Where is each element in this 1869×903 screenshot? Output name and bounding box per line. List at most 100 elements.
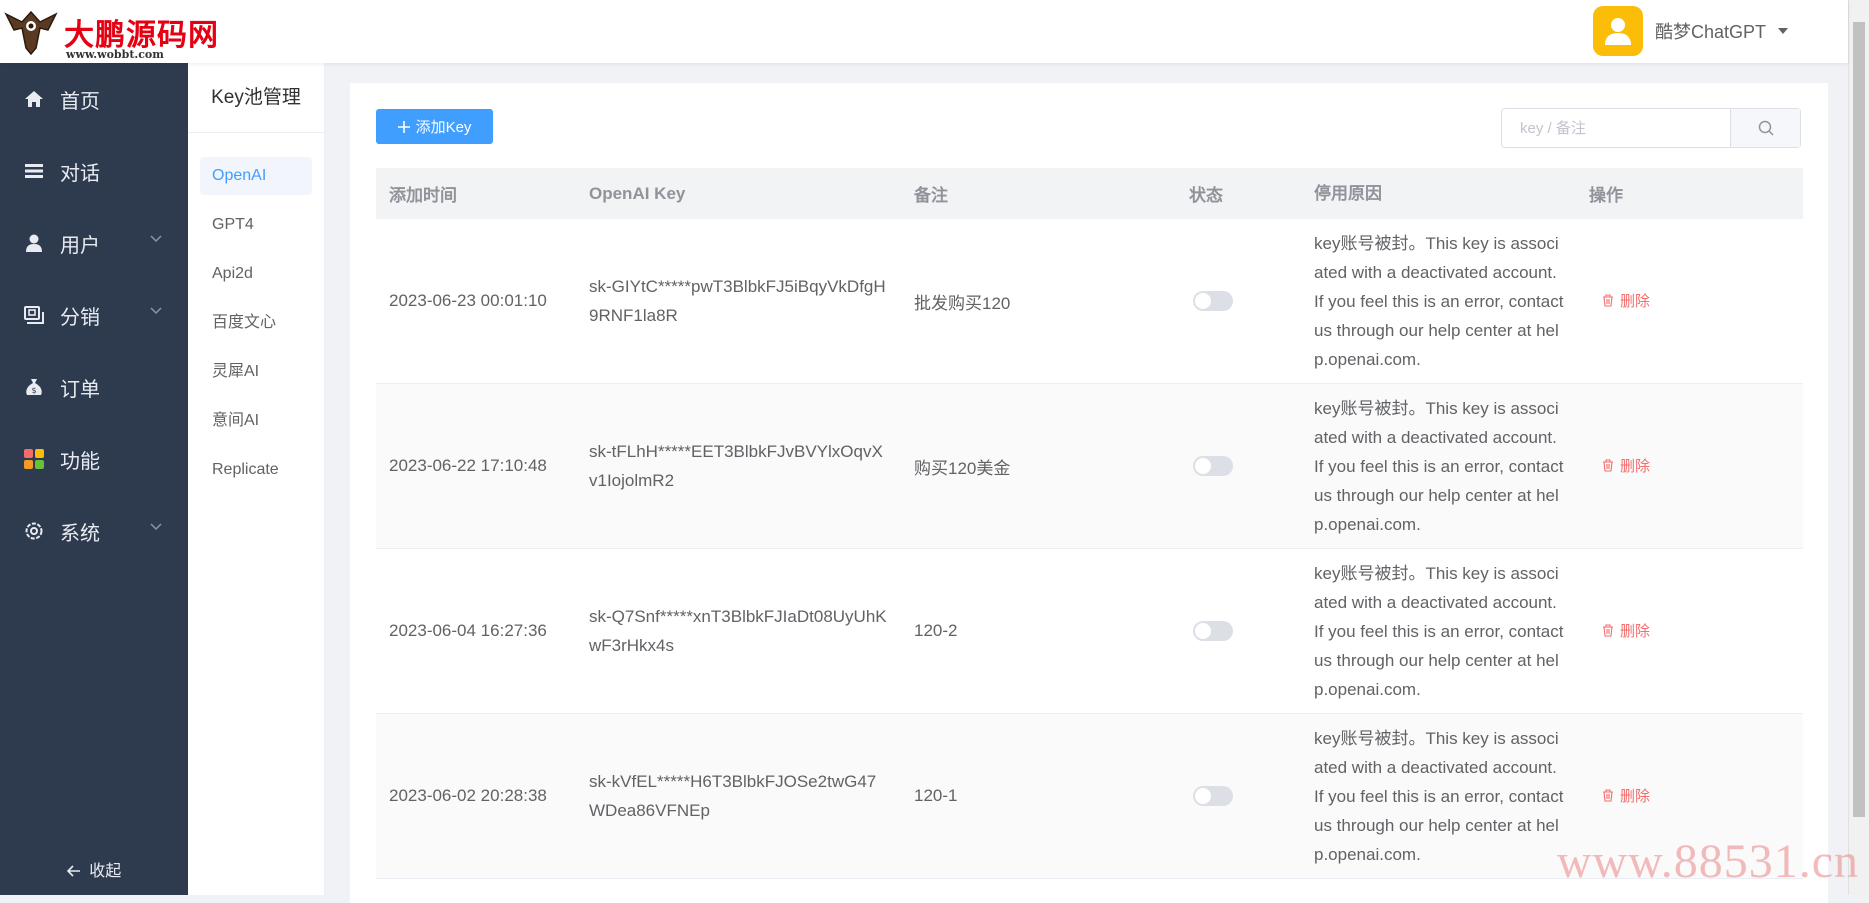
sidebar-item-system[interactable]: 系统 <box>0 495 188 567</box>
arrow-left-icon <box>67 865 81 877</box>
cell-reason: key账号被封。This key is associated with a de… <box>1301 559 1576 704</box>
subnav-item-openai[interactable]: OpenAI <box>200 157 312 195</box>
delete-button[interactable]: 删除 <box>1602 455 1650 476</box>
delete-label: 删除 <box>1620 785 1650 806</box>
avatar <box>1593 6 1643 56</box>
cell-reason: key账号被封。This key is associated with a de… <box>1301 229 1576 374</box>
user-avatar-icon <box>1604 16 1632 46</box>
search-box <box>1501 108 1801 148</box>
sidebar-item-home[interactable]: 首页 <box>0 63 188 135</box>
search-button[interactable] <box>1730 109 1800 147</box>
menu-icon <box>22 159 46 183</box>
svg-text:$: $ <box>31 386 36 395</box>
watermark: www.88531.cn <box>1557 834 1859 889</box>
sidebar-item-chat[interactable]: 对话 <box>0 135 188 207</box>
column-header: 停用原因 <box>1301 179 1576 208</box>
table-row: 2023-06-04 16:27:36 sk-Q7Snf*****xnT3Blb… <box>376 549 1803 714</box>
status-toggle[interactable] <box>1193 456 1233 476</box>
add-key-label: 添加Key <box>416 116 472 137</box>
cell-key: sk-tFLhH*****EET3BlbkFJvBVYlxOqvXv1Iojol… <box>576 437 901 495</box>
delete-label: 删除 <box>1620 620 1650 641</box>
chevron-down-icon <box>150 235 162 243</box>
column-header: 状态 <box>1176 181 1301 206</box>
sidebar-item-features[interactable]: 功能 <box>0 423 188 495</box>
search-icon <box>1758 120 1774 136</box>
user-icon <box>22 231 46 255</box>
delete-button[interactable]: 删除 <box>1602 620 1650 641</box>
cell-status <box>1176 456 1301 476</box>
cell-note: 120-1 <box>901 786 1176 806</box>
cell-note: 购买120美金 <box>901 454 1176 479</box>
sidebar-item-label: 用户 <box>60 229 100 258</box>
cell-status <box>1176 621 1301 641</box>
subnav-item-gpt4[interactable]: GPT4 <box>200 206 312 244</box>
site-logo[interactable]: 大鹏源码网 www.wobbt.com <box>4 4 224 60</box>
plus-icon <box>398 121 410 133</box>
cell-note: 120-2 <box>901 621 1176 641</box>
sidebar-item-label: 系统 <box>60 517 100 546</box>
main-sidebar: 首页 对话 用户 分销 $ 订单 功能 系统 <box>0 63 188 895</box>
apps-icon <box>22 447 46 471</box>
trash-icon <box>1602 624 1614 637</box>
cell-note: 批发购买120 <box>901 289 1176 314</box>
search-input[interactable] <box>1502 109 1730 147</box>
subnav-item-lingxi[interactable]: 灵犀AI <box>200 353 312 391</box>
sidebar-item-label: 订单 <box>60 373 100 402</box>
subnav-title: Key池管理 <box>188 63 324 133</box>
add-key-button[interactable]: 添加Key <box>376 109 493 144</box>
column-header: 备注 <box>901 181 1176 206</box>
cell-actions: 删除 <box>1576 290 1803 312</box>
cell-actions: 删除 <box>1576 785 1803 807</box>
cell-time: 2023-06-23 00:01:10 <box>376 291 576 311</box>
chevron-down-icon <box>150 307 162 315</box>
cell-time: 2023-06-22 17:10:48 <box>376 456 576 476</box>
subnav-item-baidu[interactable]: 百度文心 <box>200 304 312 342</box>
status-toggle[interactable] <box>1193 291 1233 311</box>
eagle-logo-icon <box>4 4 58 56</box>
money-bag-icon: $ <box>22 375 46 399</box>
sidebar-item-label: 对话 <box>60 157 100 186</box>
main-content: 添加Key 添加时间 OpenAI Key 备注 状态 停用原因 操作 2023… <box>350 83 1828 903</box>
settings-icon <box>22 519 46 543</box>
table-row: 2023-06-22 17:10:48 sk-tFLhH*****EET3Blb… <box>376 384 1803 549</box>
collapse-label: 收起 <box>89 863 121 880</box>
sidebar-item-orders[interactable]: $ 订单 <box>0 351 188 423</box>
user-menu[interactable]: 酷梦ChatGPT <box>1593 6 1788 56</box>
scrollbar-thumb[interactable] <box>1853 22 1865 817</box>
column-header: OpenAI Key <box>576 179 901 208</box>
secondary-nav: Key池管理 OpenAI GPT4 Api2d 百度文心 灵犀AI 意间AI … <box>188 63 325 895</box>
status-toggle[interactable] <box>1193 621 1233 641</box>
logo-url: www.wobbt.com <box>66 48 164 61</box>
sidebar-item-label: 首页 <box>60 85 100 114</box>
cell-key: sk-Q7Snf*****xnT3BlbkFJIaDt08UyUhKwF3rHk… <box>576 602 901 660</box>
column-header: 添加时间 <box>376 181 576 206</box>
cell-key: sk-kVfEL*****H6T3BlbkFJOSe2twG47WDea86VF… <box>576 767 901 825</box>
cell-reason: key账号被封。This key is associated with a de… <box>1301 724 1576 869</box>
cell-status <box>1176 291 1301 311</box>
delete-button[interactable]: 删除 <box>1602 785 1650 806</box>
subnav-item-replicate[interactable]: Replicate <box>200 451 312 489</box>
column-header: 操作 <box>1576 181 1803 206</box>
sidebar-item-distribution[interactable]: 分销 <box>0 279 188 351</box>
caret-down-icon <box>1778 28 1788 34</box>
cell-time: 2023-06-04 16:27:36 <box>376 621 576 641</box>
trash-icon <box>1602 459 1614 472</box>
sidebar-item-label: 分销 <box>60 301 100 330</box>
status-toggle[interactable] <box>1193 786 1233 806</box>
table-header: 添加时间 OpenAI Key 备注 状态 停用原因 操作 <box>376 168 1803 219</box>
subnav-item-yijian[interactable]: 意间AI <box>200 402 312 440</box>
cell-time: 2023-06-02 20:28:38 <box>376 786 576 806</box>
delete-button[interactable]: 删除 <box>1602 290 1650 311</box>
top-header: 大鹏源码网 www.wobbt.com 酷梦ChatGPT <box>0 0 1848 63</box>
collapse-sidebar-button[interactable]: 收起 <box>0 857 188 881</box>
cell-key: sk-GIYtC*****pwT3BlbkFJ5iBqyVkDfgH9RNF1l… <box>576 272 901 330</box>
chevron-down-icon <box>150 523 162 531</box>
share-icon <box>22 303 46 327</box>
subnav-item-api2d[interactable]: Api2d <box>200 255 312 293</box>
delete-label: 删除 <box>1620 290 1650 311</box>
cell-actions: 删除 <box>1576 455 1803 477</box>
key-table: 添加时间 OpenAI Key 备注 状态 停用原因 操作 2023-06-23… <box>376 168 1803 879</box>
sidebar-item-label: 功能 <box>60 445 100 474</box>
page-scrollbar[interactable] <box>1848 0 1869 895</box>
sidebar-item-users[interactable]: 用户 <box>0 207 188 279</box>
